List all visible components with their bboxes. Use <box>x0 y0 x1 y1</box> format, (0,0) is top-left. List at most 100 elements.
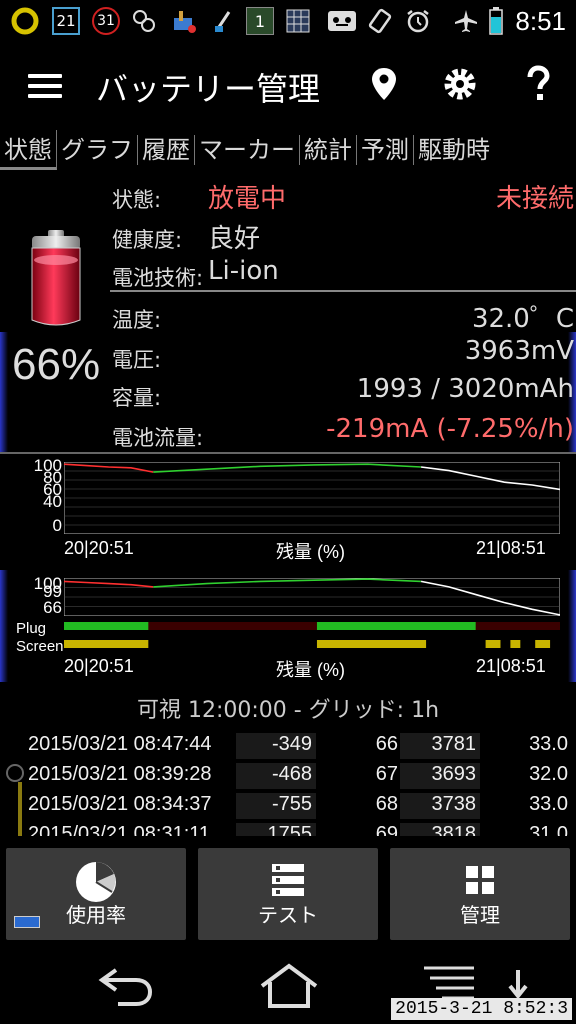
screen-segment <box>535 640 551 648</box>
row-current: 1755 <box>236 823 316 836</box>
plug-segment <box>316 622 476 630</box>
tab-status[interactable]: 状態 <box>0 130 57 170</box>
back-icon[interactable] <box>92 962 162 1012</box>
capacity-value: 1993 / 3020mAh <box>356 374 574 404</box>
temp-label: 温度: <box>112 308 162 332</box>
table-row[interactable]: 2015/03/21 08:39:28 -468 67 3693 32.0 <box>0 760 576 790</box>
grid-icon <box>284 7 312 35</box>
calendar-day-1: 21 <box>56 12 76 30</box>
tech-value: Li-ion <box>208 256 279 286</box>
chart2-x-start: 20|20:51 <box>64 656 134 676</box>
battery-circle-icon <box>10 7 40 35</box>
tech-label: 電池技術: <box>112 266 204 290</box>
tab-forecast[interactable]: 予測 <box>357 135 414 165</box>
chart1-ytick: 0 <box>52 516 62 535</box>
row-temp: 32.0 <box>529 763 568 785</box>
book-number: 1 <box>254 11 266 31</box>
settings-icon[interactable] <box>440 64 480 104</box>
battery-percent: 66% <box>12 340 101 389</box>
plug-segment <box>64 622 149 630</box>
row-level: 68 <box>375 793 398 815</box>
clock: 8:51 <box>515 6 566 36</box>
capacity-label: 容量: <box>112 386 162 410</box>
row-current: -755 <box>236 793 316 819</box>
chart1-plot <box>64 462 560 534</box>
row-temp: 31.0 <box>529 823 568 836</box>
health-value: 良好 <box>208 224 261 254</box>
app-title: バッテリー管理 <box>96 70 321 108</box>
usage-button[interactable]: 使用率 <box>6 848 186 940</box>
gear-cluster-icon <box>130 7 158 35</box>
screen-segment <box>510 640 521 648</box>
row-voltage: 3781 <box>400 733 480 759</box>
test-button[interactable]: テスト <box>198 848 378 940</box>
tab-stats[interactable]: 統計 <box>300 135 357 165</box>
home-icon[interactable] <box>254 962 324 1012</box>
row-level: 66 <box>375 733 398 755</box>
test-button-label: テスト <box>258 903 318 927</box>
row-timestamp: 2015/03/21 08:47:44 <box>28 733 212 755</box>
chart1-x-start: 20|20:51 <box>64 538 134 558</box>
manage-button[interactable]: 管理 <box>390 848 570 940</box>
manage-button-label: 管理 <box>460 903 500 927</box>
table-row[interactable]: 2015/03/21 08:34:37 -755 68 3738 33.0 <box>0 790 576 820</box>
chart2-plot <box>64 578 560 616</box>
chart1-x-end: 21|08:51 <box>476 538 546 558</box>
status-value: 放電中 <box>208 184 287 214</box>
chart2-right-glow <box>568 570 576 682</box>
cleaner-icon <box>170 7 198 35</box>
row-level: 67 <box>375 763 398 785</box>
temp-value: 32.0゜C <box>471 304 574 334</box>
tab-graph[interactable]: グラフ <box>57 135 138 165</box>
action-bar: バッテリー管理 <box>0 42 576 128</box>
info-separator <box>110 290 576 292</box>
screen-segment <box>485 640 501 648</box>
row-temp: 33.0 <box>529 733 568 755</box>
signal-1-icon <box>212 7 236 35</box>
menu-icon[interactable] <box>28 74 62 98</box>
screenshot-timestamp: 2015-3-21 8:52:3 <box>391 998 572 1020</box>
screen-row-label: Screen <box>16 638 64 655</box>
calendar-21-icon: 21 <box>52 7 80 35</box>
visibility-grid-label[interactable]: 可視 12:00:00 - グリッド: 1h <box>0 692 576 724</box>
location-pin-icon[interactable] <box>364 64 404 104</box>
plug-status: 未接続 <box>495 184 574 214</box>
row-level: 69 <box>375 823 398 836</box>
tab-bar: 状態 グラフ 履歴 マーカー 統計 予測 駆動時 <box>0 128 576 172</box>
chart2-ytick: 66 <box>43 598 62 617</box>
battery-graphic-icon <box>26 230 86 330</box>
help-icon[interactable] <box>518 64 558 104</box>
table-row[interactable]: 2015/03/21 08:31:11 1755 69 3818 31.0 <box>0 820 576 836</box>
tab-marker[interactable]: マーカー <box>195 135 300 165</box>
airplane-icon <box>452 7 480 35</box>
chart2-xlabel: 残量 (%) <box>276 660 345 680</box>
battery-info-panel: 66% 状態: 放電中 未接続 健康度: 良好 電池技術: Li-ion 温度:… <box>0 172 576 452</box>
level-chart-detail[interactable]: 100 99 66 Plug Screen 20|20:51 残量 (%) 21… <box>0 570 576 682</box>
voltage-value: 3963mV <box>464 336 574 366</box>
chart1-ytick: 40 <box>43 492 62 511</box>
plug-screen-bars <box>64 622 560 648</box>
navigation-bar: 2015-3-21 8:52:3 <box>0 948 576 1024</box>
chart1-xlabel: 残量 (%) <box>276 542 345 562</box>
status-bar: 21 31 1 8:51 <box>0 0 576 42</box>
health-label: 健康度: <box>112 228 183 252</box>
status-label: 状態: <box>112 188 162 212</box>
table-row[interactable]: 2015/03/21 08:47:44 -349 66 3781 33.0 <box>0 730 576 760</box>
voltage-label: 電圧: <box>112 348 162 372</box>
grid-icon <box>462 860 498 904</box>
level-chart-main[interactable]: 100 80 60 40 0 20|20:51 残量 (%) 21|08:51 <box>0 452 576 562</box>
row-timestamp: 2015/03/21 08:31:11 <box>28 823 211 836</box>
tab-runtime[interactable]: 駆動時 <box>414 135 494 165</box>
battery-icon <box>488 7 504 35</box>
chart-top-divider <box>0 452 576 454</box>
tab-history[interactable]: 履歴 <box>138 135 195 165</box>
chart2-x-end: 21|08:51 <box>476 656 546 676</box>
history-table[interactable]: 2015/03/21 08:47:44 -349 66 3781 33.0 20… <box>0 730 576 836</box>
row-voltage: 3693 <box>400 763 480 789</box>
calendar-31-icon: 31 <box>92 7 120 35</box>
row-current: -349 <box>236 733 316 759</box>
row-current: -468 <box>236 763 316 789</box>
book-1-icon: 1 <box>246 7 274 35</box>
left-edge-glow <box>0 332 8 452</box>
voicemail-icon <box>326 7 358 35</box>
